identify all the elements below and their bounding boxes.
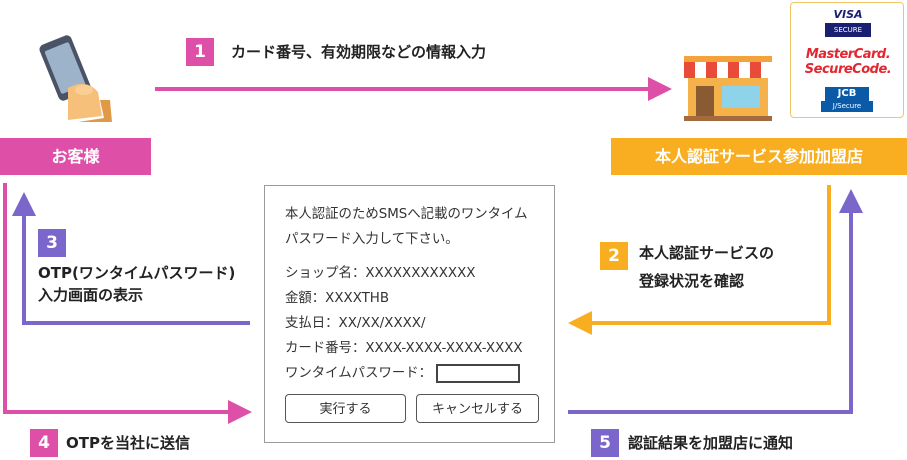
cancel-button[interactable]: キャンセルする [416, 394, 539, 423]
visa-secure-badge: SECURE [825, 23, 871, 37]
panel-intro-line1: 本人認証のためSMSへ記載のワンタイム [285, 207, 528, 222]
panel-otp-row: ワンタイムパスワード： [285, 361, 554, 386]
step5-label: 認証結果を加盟店に通知 [628, 434, 794, 452]
panel-shop-name: ショップ名：XXXXXXXXXXXX [285, 266, 476, 281]
visa-logo-text: VISA [833, 8, 863, 21]
otp-input[interactable] [436, 363, 521, 383]
panel-payment-date: 支払日：XX/XX/XXXX/ [285, 316, 426, 331]
smartphone-hand-icon [39, 35, 112, 122]
step4-label: OTPを当社に送信 [66, 434, 190, 452]
panel-amount: 金額：XXXXTHB [285, 291, 390, 306]
otp-label: ワンタイムパスワード： [285, 366, 433, 381]
step1-number: 1 [186, 38, 214, 66]
card-brand-logos: VISA SECURE MasterCard. SecureCode. JCB … [790, 2, 904, 118]
step3-number: 3 [38, 229, 66, 257]
step2-number: 2 [600, 242, 628, 270]
customer-label: お客様 [0, 138, 151, 175]
step3-label-line2: 入力画面の表示 [38, 286, 144, 304]
step4-number: 4 [30, 429, 58, 457]
merchant-label: 本人認証サービス参加加盟店 [611, 138, 907, 175]
securecode-logo-text: SecureCode. [804, 62, 892, 77]
store-icon [684, 56, 772, 121]
step2-label-line2: 登録状況を確認 [639, 272, 745, 290]
step2-label-line1: 本人認証サービスの [639, 244, 775, 262]
panel-intro-line2: パスワード入力して下さい。 [285, 232, 459, 247]
execute-button[interactable]: 実行する [285, 394, 406, 423]
step5-number: 5 [591, 429, 619, 457]
panel-card-number: カード番号：XXXX-XXXX-XXXX-XXXX [285, 341, 523, 356]
jcb-logo-text: JCB [825, 87, 869, 101]
mastercard-logo-text: MasterCard. [805, 47, 891, 62]
otp-input-panel: 本人認証のためSMSへ記載のワンタイム パスワード入力して下さい。 ショップ名：… [264, 185, 555, 443]
jsecure-logo-text: J/Secure [821, 101, 873, 112]
step3-label-line1: OTP(ワンタイムパスワード) [38, 264, 236, 282]
arrow-step5 [568, 189, 863, 414]
step1-label: カード番号、有効期限などの情報入力 [231, 43, 487, 61]
